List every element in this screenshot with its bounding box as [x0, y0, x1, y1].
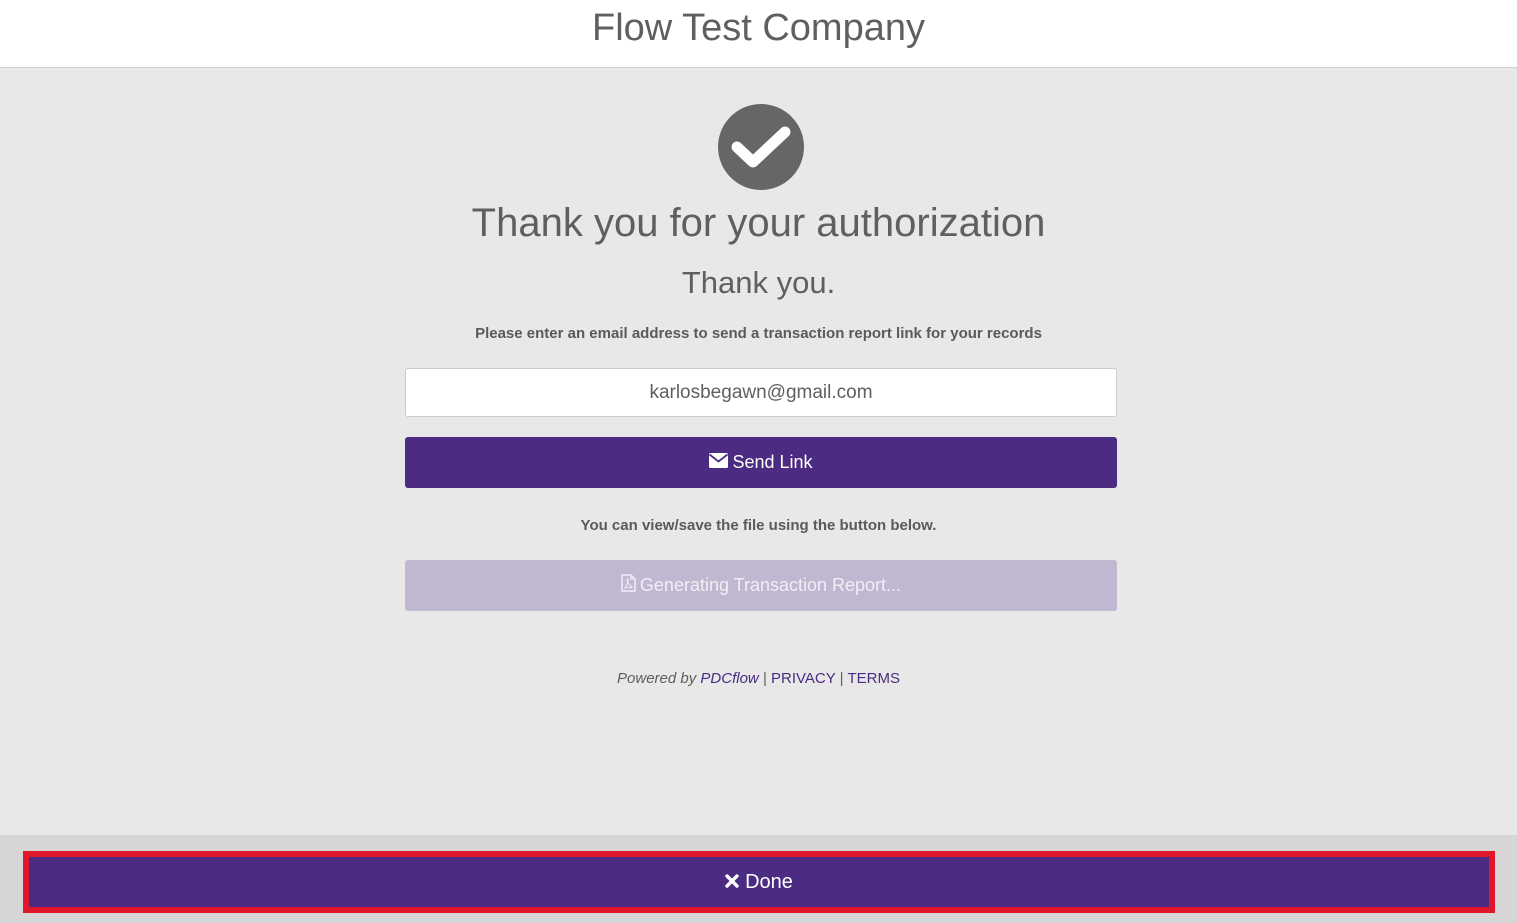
footer-separator: | [839, 670, 844, 687]
view-save-text: You can view/save the file using the but… [580, 517, 937, 534]
transaction-report-label: Generating Transaction Report... [639, 575, 902, 595]
file-pdf-icon [621, 574, 636, 597]
email-field[interactable] [405, 368, 1117, 417]
footer-separator: | [762, 670, 767, 687]
email-instructions: Please enter an email address to send a … [475, 325, 1042, 342]
company-name: Flow Test Company [592, 7, 925, 49]
footer-links: Powered by PDCflow | PRIVACY | TERMS [0, 670, 1517, 687]
powered-by-text: Powered by [617, 670, 697, 687]
check-icon [718, 104, 804, 190]
done-label: Done [745, 870, 793, 893]
send-link-button[interactable]: Send Link [405, 437, 1117, 488]
transaction-report-button[interactable]: Generating Transaction Report... [405, 560, 1117, 611]
page-subtitle: Thank you. [681, 265, 836, 300]
send-link-label: Send Link [732, 452, 813, 472]
done-button-highlight: Done [23, 851, 1495, 913]
pdcflow-link[interactable]: PDCflow [700, 670, 758, 687]
privacy-link[interactable]: PRIVACY [771, 670, 835, 687]
terms-link[interactable]: TERMS [847, 670, 900, 687]
page-header: Flow Test Company [0, 0, 1517, 68]
done-button[interactable]: Done [29, 857, 1489, 907]
bottom-bar: Done [0, 835, 1517, 923]
close-icon [725, 871, 739, 894]
page-title: Thank you for your authorization [471, 201, 1046, 245]
envelope-icon [709, 452, 729, 473]
main-content: Thank you for your authorization Thank y… [0, 68, 1517, 835]
